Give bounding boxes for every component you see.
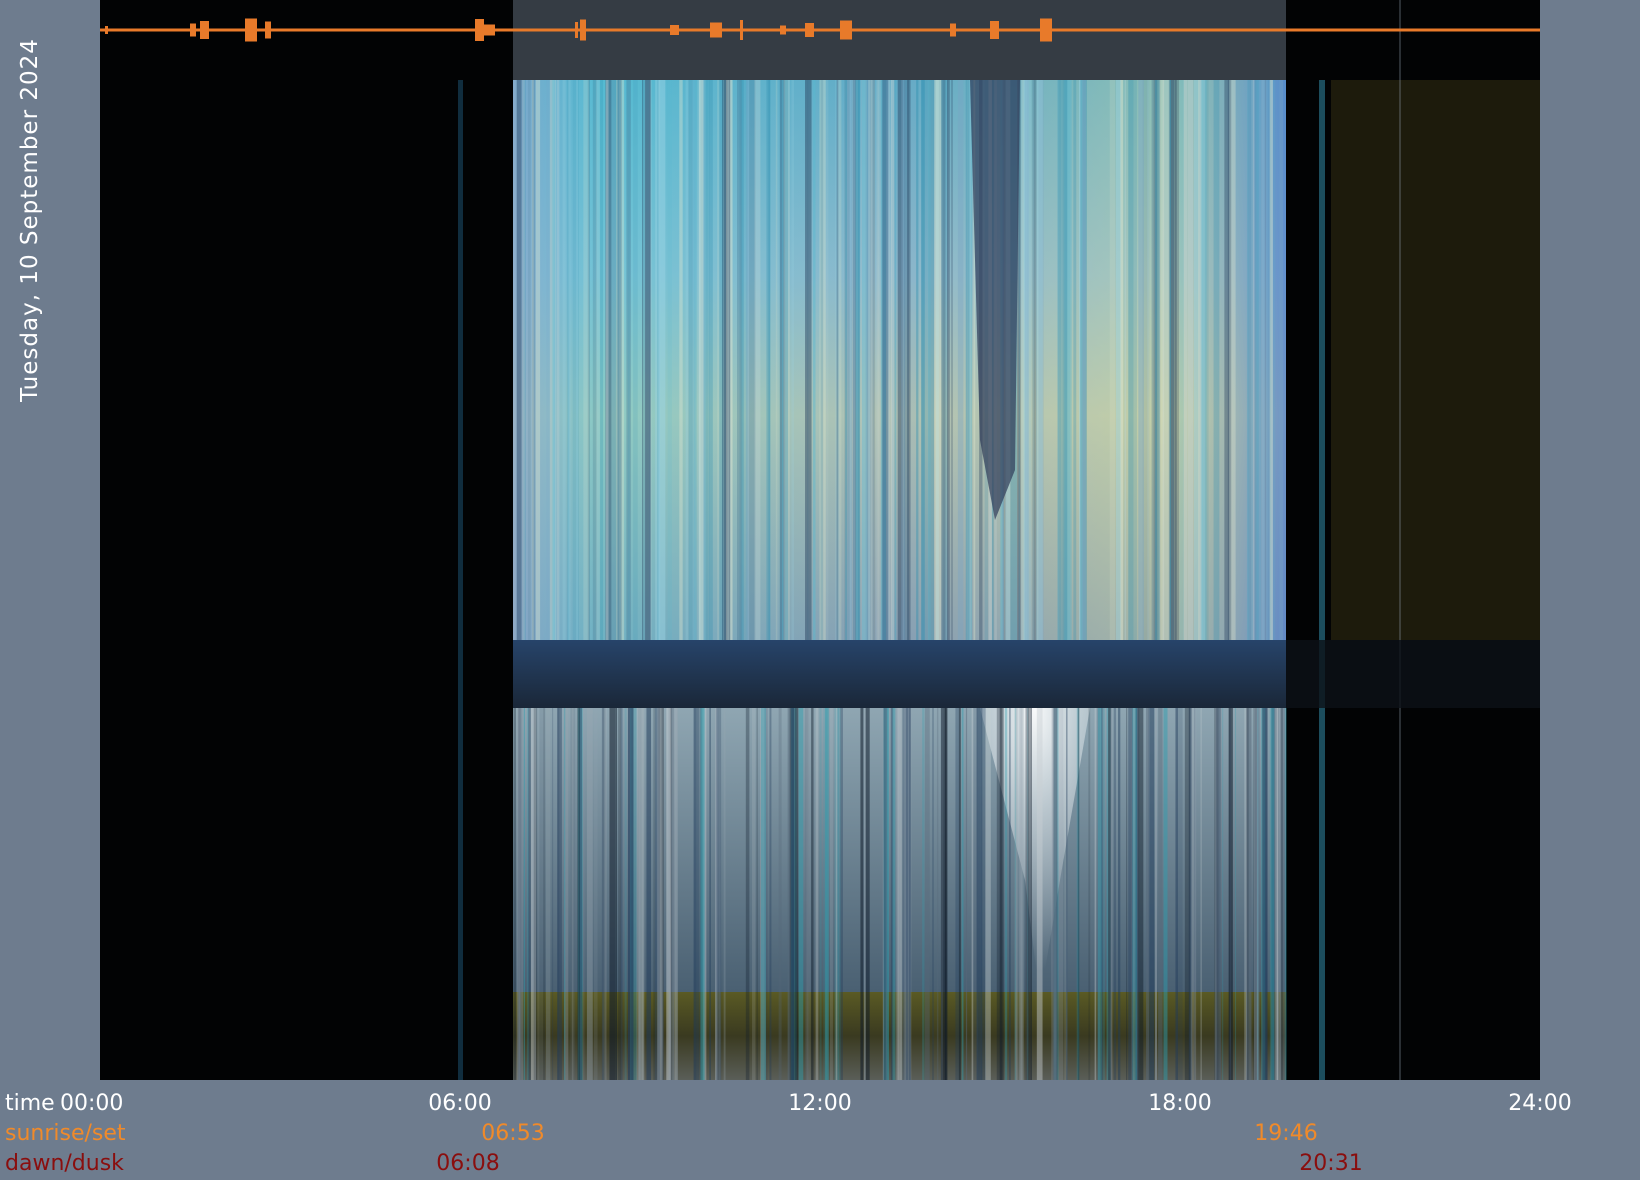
time-tick-label: 06:00: [428, 1091, 492, 1116]
date-title: Tuesday, 10 September 2024: [0, 0, 60, 440]
horizon-band-night: [1286, 640, 1540, 708]
dusk-edge: [1319, 80, 1325, 1080]
sunrise-set-row-label: sunrise/set: [5, 1121, 126, 1146]
date-title-text: Tuesday, 10 September 2024: [17, 38, 43, 402]
dawn-edge: [458, 80, 463, 1080]
night-sky-glow: [1331, 80, 1540, 640]
time-tick-label: 24:00: [1508, 1091, 1572, 1116]
sunrise-set-time: 06:53: [481, 1121, 545, 1146]
top-banner: [513, 0, 1286, 80]
horizon-band: [513, 640, 1286, 708]
dawn-dusk-time: 06:08: [436, 1151, 500, 1176]
dawn-dusk-time: 20:31: [1299, 1151, 1363, 1176]
keogram-page: Tuesday, 10 September 2024 time 00:00 06…: [0, 0, 1640, 1180]
time-tick-label: 18:00: [1148, 1091, 1212, 1116]
time-row-label: time: [5, 1091, 55, 1116]
dawn-dusk-row-label: dawn/dusk: [5, 1151, 124, 1176]
keogram-image: [100, 0, 1540, 1080]
time-tick-label: 00:00: [60, 1091, 124, 1116]
time-tick-label: 12:00: [788, 1091, 852, 1116]
sunrise-set-time: 19:46: [1254, 1121, 1318, 1146]
